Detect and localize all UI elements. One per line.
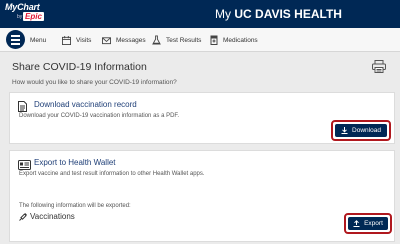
download-button-highlight: Download (331, 120, 391, 141)
flask-icon (152, 35, 161, 45)
vaccinations-label: Vaccinations (30, 212, 75, 221)
nav-item-visits[interactable]: Visits (62, 28, 91, 52)
menu-button[interactable] (6, 30, 25, 49)
uc-davis-health-logo: My UC DAVIS HEALTH (215, 7, 342, 21)
nav-item-test-results[interactable]: Test Results (152, 28, 201, 52)
wallet-card-description: Export vaccine and test result informati… (19, 171, 205, 177)
syringe-icon (19, 212, 27, 221)
nav-bar: Menu Visits Messages Test Results Medica… (0, 28, 400, 52)
exported-info-label: The following information will be export… (19, 203, 131, 209)
vaccinations-item: Vaccinations (19, 212, 75, 221)
main-content: Share COVID-19 Information How would you… (0, 52, 400, 244)
download-button[interactable]: Download (335, 124, 387, 137)
envelope-icon (102, 36, 111, 44)
export-button-label: Export (364, 220, 383, 227)
menu-label[interactable]: Menu (30, 28, 46, 52)
brand-health: HEALTH (294, 7, 342, 21)
nav-item-messages[interactable]: Messages (102, 28, 146, 52)
app-header: MyChart by Epic My UC DAVIS HEALTH (0, 0, 400, 28)
page-title: Share COVID-19 Information (12, 61, 147, 73)
mychart-logo[interactable]: MyChart by Epic (5, 2, 44, 26)
nav-item-label: Medications (223, 36, 258, 44)
download-card-title[interactable]: Download vaccination record (34, 100, 137, 109)
nav-item-label: Test Results (166, 36, 202, 44)
calendar-icon (62, 35, 71, 45)
page-subtitle: How would you like to share your COVID-1… (12, 79, 177, 86)
health-wallet-card: Export to Health Wallet Export vaccine a… (9, 150, 395, 242)
pill-bottle-icon (210, 35, 218, 45)
mychart-logo-by: by (17, 14, 23, 20)
brand-my: My (215, 7, 231, 21)
download-icon (341, 127, 348, 134)
epic-logo: Epic (23, 12, 44, 21)
nav-item-label: Messages (116, 36, 146, 44)
brand-uc: UC (234, 7, 252, 21)
nav-item-medications[interactable]: Medications (210, 28, 258, 52)
export-button-highlight: Export (344, 213, 392, 234)
mychart-logo-text: MyChart (5, 2, 40, 12)
export-button[interactable]: Export (348, 217, 388, 230)
print-icon[interactable] (372, 60, 386, 78)
nav-item-label: Visits (76, 36, 92, 44)
wallet-card-title: Export to Health Wallet (34, 158, 116, 167)
export-icon (353, 220, 360, 227)
download-button-label: Download (352, 127, 381, 134)
download-card-description: Download your COVID-19 vaccination infor… (19, 113, 180, 119)
download-vaccination-card: Download vaccination record Download you… (9, 92, 395, 144)
brand-davis: DAVIS (255, 7, 291, 21)
